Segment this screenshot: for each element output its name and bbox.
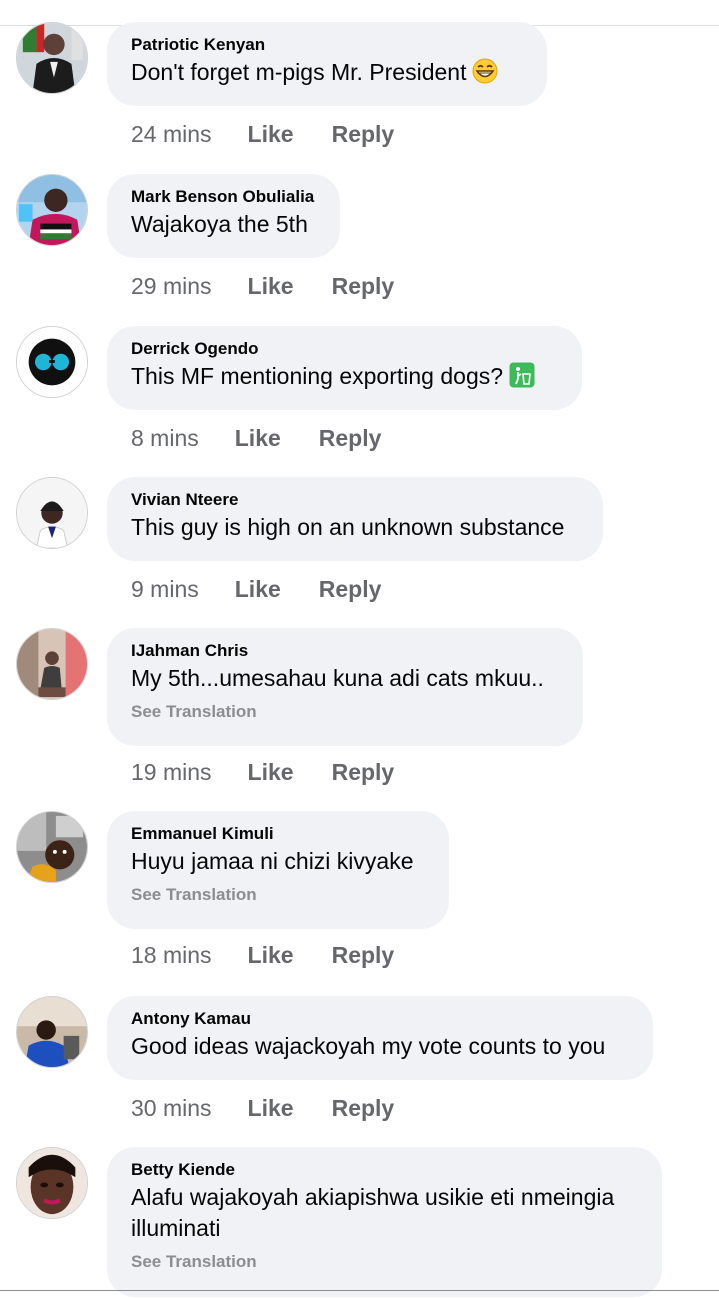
comment-timestamp[interactable]: 30 mins <box>131 1094 212 1122</box>
comment-text: Alafu wajakoyah akiapishwa usikie eti nm… <box>131 1184 615 1241</box>
comment-text: Good ideas wajackoyah my vote counts to … <box>131 1033 606 1059</box>
comment-timestamp[interactable]: 29 mins <box>131 272 212 300</box>
comment-author[interactable]: IJahman Chris <box>131 641 559 661</box>
avatar[interactable] <box>16 174 88 246</box>
comment-author[interactable]: Betty Kiende <box>131 1160 638 1180</box>
comment-text: Huyu jamaa ni chizi kivyake <box>131 848 414 874</box>
avatar[interactable] <box>16 996 88 1068</box>
comment-actions: 24 mins Like Reply <box>131 120 394 148</box>
comment-author[interactable]: Mark Benson Obulialia <box>131 187 316 207</box>
comment-timestamp[interactable]: 8 mins <box>131 424 199 452</box>
comment-author[interactable]: Emmanuel Kimuli <box>131 824 425 844</box>
comment-text: This guy is high on an unknown substance <box>131 514 565 540</box>
comment-actions: 8 mins Like Reply <box>131 424 381 452</box>
comment-bubble: Emmanuel Kimuli Huyu jamaa ni chizi kivy… <box>107 811 449 929</box>
comment-actions: 29 mins Like Reply <box>131 272 394 300</box>
avatar[interactable] <box>16 326 88 398</box>
comment-timestamp[interactable]: 18 mins <box>131 941 212 969</box>
comment-author[interactable]: Patriotic Kenyan <box>131 35 523 55</box>
comment-author[interactable]: Antony Kamau <box>131 1009 629 1029</box>
reply-button[interactable]: Reply <box>332 120 395 148</box>
comment-actions: 18 mins Like Reply <box>131 941 394 969</box>
comment-text: This MF mentioning exporting dogs? <box>131 361 558 396</box>
comment-author[interactable]: Vivian Nteere <box>131 490 579 510</box>
like-button[interactable]: Like <box>248 120 294 148</box>
comment-timestamp[interactable]: 24 mins <box>131 120 212 148</box>
comment-timestamp[interactable]: 9 mins <box>131 575 199 603</box>
like-button[interactable]: Like <box>235 575 281 603</box>
like-button[interactable]: Like <box>248 758 294 786</box>
reply-button[interactable]: Reply <box>332 758 395 786</box>
reply-button[interactable]: Reply <box>332 941 395 969</box>
reply-button[interactable]: Reply <box>319 424 382 452</box>
reply-button[interactable]: Reply <box>332 1094 395 1122</box>
like-button[interactable]: Like <box>248 1094 294 1122</box>
avatar[interactable] <box>16 811 88 883</box>
like-button[interactable]: Like <box>248 941 294 969</box>
like-button[interactable]: Like <box>235 424 281 452</box>
reply-button[interactable]: Reply <box>332 272 395 300</box>
like-button[interactable]: Like <box>248 272 294 300</box>
comment-timestamp[interactable]: 19 mins <box>131 758 212 786</box>
comment-text: Don't forget m-pigs Mr. President <box>131 57 523 92</box>
avatar[interactable] <box>16 628 88 700</box>
reply-button[interactable]: Reply <box>319 575 382 603</box>
comment-actions: 19 mins Like Reply <box>131 758 394 786</box>
comment-bubble: IJahman Chris My 5th...umesahau kuna adi… <box>107 628 583 746</box>
avatar[interactable] <box>16 477 88 549</box>
comment-actions: 9 mins Like Reply <box>131 575 381 603</box>
comment-bubble: Derrick Ogendo This MF mentioning export… <box>107 326 582 410</box>
bottom-divider <box>0 1290 719 1291</box>
comment-text: My 5th...umesahau kuna adi cats mkuu.. <box>131 665 544 691</box>
put-litter-in-bin-icon <box>509 362 535 396</box>
comment-bubble: Vivian Nteere This guy is high on an unk… <box>107 477 603 561</box>
see-translation-link[interactable]: See Translation <box>131 1252 638 1272</box>
comment-bubble: Patriotic Kenyan Don't forget m-pigs Mr.… <box>107 22 547 106</box>
comment-author[interactable]: Derrick Ogendo <box>131 339 558 359</box>
avatar[interactable] <box>16 22 88 94</box>
comment-text: Wajakoya the 5th <box>131 211 308 237</box>
comment-actions: 30 mins Like Reply <box>131 1094 394 1122</box>
comment-bubble: Betty Kiende Alafu wajakoyah akiapishwa … <box>107 1147 662 1297</box>
comment-bubble: Antony Kamau Good ideas wajackoyah my vo… <box>107 996 653 1080</box>
see-translation-link[interactable]: See Translation <box>131 885 425 905</box>
grinning-face-icon <box>472 58 498 92</box>
comment-bubble: Mark Benson Obulialia Wajakoya the 5th <box>107 174 340 258</box>
avatar[interactable] <box>16 1147 88 1219</box>
see-translation-link[interactable]: See Translation <box>131 702 559 722</box>
